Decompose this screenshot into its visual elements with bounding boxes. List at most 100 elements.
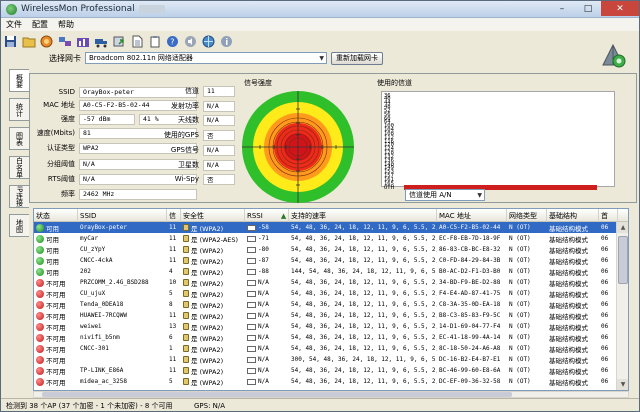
cell-text: 06 [601,334,609,341]
signal-bar-icon [247,367,256,374]
table-row[interactable]: 不可用 TP-LINK_E86A 11 是 (WPA2) N/A 54, 48, 36, … [34,365,628,376]
col-network-type[interactable]: 网络类型 [507,209,547,222]
col-rates[interactable]: 支持的速率 [289,209,437,222]
cell-text: N (OT) [509,257,531,264]
table-row[interactable]: 可用 CU_zYpY 11 是 (WPA2) -80 54, 48, 36, 24, 18… [34,244,628,255]
clipboard-icon[interactable] [147,34,162,49]
save-icon[interactable] [3,34,18,49]
channel-tick: OTH [384,184,394,191]
globe-refresh-icon[interactable] [201,34,216,49]
gps-used-row: 使用的GPS 否 [163,129,235,141]
col-mac[interactable]: MAC 地址 [437,209,507,222]
col-status[interactable]: 状态 [34,209,78,222]
col-first[interactable]: 首 [599,209,618,222]
strength-label: 强度 [61,115,75,123]
cell-text: 06 [601,323,609,330]
cell-text: TP-LINK_E86A [80,367,124,374]
unavailable-status-icon [36,344,44,353]
table-row[interactable]: 不可用 nivifi_b5nm 6 是 (WPA2) N/A 54, 48, 36, 24… [34,332,628,343]
cell-text: OrayBox-peter [80,224,127,231]
txpower-value: N/A [203,100,235,112]
cell-rates: 54, 48, 36, 24, 18, 12, 11, 9, 6, 5.5, 2… [289,222,437,233]
menu-help[interactable]: 帮助 [53,19,79,30]
scroll-up-icon[interactable]: ▲ [617,222,628,233]
horizontal-scrollbar[interactable] [33,391,629,398]
tab-chart[interactable]: 图表 [9,127,29,150]
scroll-down-icon[interactable]: ▼ [617,379,628,390]
table-row[interactable]: 不可用 weiwei 13 是 (WPA2) N/A 54, 48, 36, 24, 18… [34,321,628,332]
cell-type: N (OT) [507,321,547,332]
table-row[interactable]: 不可用 CNCC-301 1 是 (WPA2) N/A 54, 48, 36, 24, 1… [34,343,628,354]
tab-whitelist[interactable]: 白名单 [9,156,29,179]
table-row[interactable]: 可用 202 4 是 (WPA2) -88 144, 54, 48, 36, 24, 18… [34,266,628,277]
tab-summary[interactable]: 概要 [9,69,29,92]
cell-text: 06 [601,257,609,264]
col-ssid[interactable]: SSID [78,209,167,222]
cell-sec: 是 (WPA2) [181,277,245,288]
tab-ip-connection[interactable]: IP连接 [9,185,29,208]
document-icon[interactable] [129,34,144,49]
chart-icon[interactable] [75,34,90,49]
globe-icon[interactable] [39,34,54,49]
col-infrastructure[interactable]: 基础结构 [547,209,599,222]
cell-rates: 54, 48, 36, 24, 18, 12, 11, 9, 6, 5.5, 2… [289,310,437,321]
cell-rates: 54, 48, 36, 24, 18, 12, 11, 9, 6, 5.5, 2… [289,244,437,255]
adapter-select[interactable]: Broadcom 802.11n 网络适配器 ▼ [85,52,327,64]
table-row[interactable]: 不可用 PRZCOMM_2.4G_BSD288 10 是 (WPA2) N/A 54, 4… [34,277,628,288]
close-button[interactable]: ✕ [601,1,639,16]
col-security[interactable]: 安全性 [181,209,245,222]
truck-icon[interactable] [93,34,108,49]
minimize-button[interactable]: – [549,1,575,16]
table-row[interactable]: 可用 OrayBox-peter 11 是 (WPA2) -58 54, 48, 36, … [34,222,628,233]
cell-text: B8-C3-85-83-F9-5C [439,312,501,319]
open-folder-icon[interactable] [21,34,36,49]
tab-statistics[interactable]: 统计 [9,98,29,121]
chevron-down-icon: ▼ [477,191,482,199]
reload-adapter-button[interactable]: 重新加载网卡 [331,51,383,65]
network-icon[interactable] [57,34,72,49]
title-redacted [138,5,165,13]
app-icon [6,3,17,15]
available-status-icon [36,234,44,243]
scroll-thumb[interactable] [618,236,628,284]
col-channel[interactable]: 信 [167,209,181,222]
cell-sec: 是 (WPA2-AES) [181,233,245,244]
cell-text: 不可用 [46,378,66,387]
vertical-scrollbar[interactable]: ▲ ▼ [616,222,628,390]
menu-config[interactable]: 配置 [27,19,53,30]
help-icon[interactable]: ? [165,34,180,49]
table-row[interactable]: 可用 CNCC-4ckA 11 是 (WPA2) -87 54, 48, 36, 24, … [34,255,628,266]
hscroll-thumb[interactable] [42,392,512,397]
info-icon[interactable] [219,34,234,49]
export-icon[interactable] [111,34,126,49]
cell-text: -58 [258,224,269,231]
cell-infra: 基础结构模式 [547,288,599,299]
table-row[interactable]: 可用 myCar 11 是 (WPA2-AES) -71 54, 48, 36, 24, … [34,233,628,244]
maximize-button[interactable]: □ [575,1,601,16]
cell-sec: 是 (WPA2) [181,222,245,233]
cell-text: N/A [258,345,269,352]
table-row[interactable]: 不可用 CU_ujuX 5 是 (WPA2) N/A 54, 48, 36, 24, 18… [34,288,628,299]
cell-text: 1 [169,345,173,352]
cell-text: N (OT) [509,323,531,330]
sound-icon[interactable] [183,34,198,49]
cell-status: 不可用 [34,332,78,343]
menu-file[interactable]: 文件 [1,19,27,30]
cell-type: N (OT) [507,266,547,277]
col-rssi[interactable]: RSSI ▲ [245,209,289,222]
unavailable-status-icon [36,366,44,375]
cell-text: 86-83-CB-BC-E8-32 [439,246,501,253]
cell-type: N (OT) [507,343,547,354]
cell-status: 可用 [34,255,78,266]
cell-text: N/A [258,334,269,341]
cell-ssid: 202 [78,266,167,277]
channel-filter-select[interactable]: 信道使用 A/N ▼ [405,189,485,201]
cell-text: 54, 48, 36, 24, 18, 12, 11, 9, 6, 5.5, 2… [291,279,437,286]
tab-map[interactable]: 地图 [9,214,29,237]
signal-radar-icon [242,91,354,203]
table-row[interactable]: 不可用 HUAWEI-7RCQWW 11 是 (WPA2) N/A 54, 48, 36,… [34,310,628,321]
table-row[interactable]: 不可用 11 是 (WPA2) N/A 300, 54, 48, 36, 24, 18,… [34,354,628,365]
cell-text: midea_ac_3258 [80,378,127,385]
table-row[interactable]: 不可用 Tenda_0DEA18 8 是 (WPA2) N/A 54, 48, 36, 2… [34,299,628,310]
table-row[interactable]: 不可用 midea_ac_3258 5 是 (WPA2) N/A 54, 48, 36, … [34,376,628,387]
